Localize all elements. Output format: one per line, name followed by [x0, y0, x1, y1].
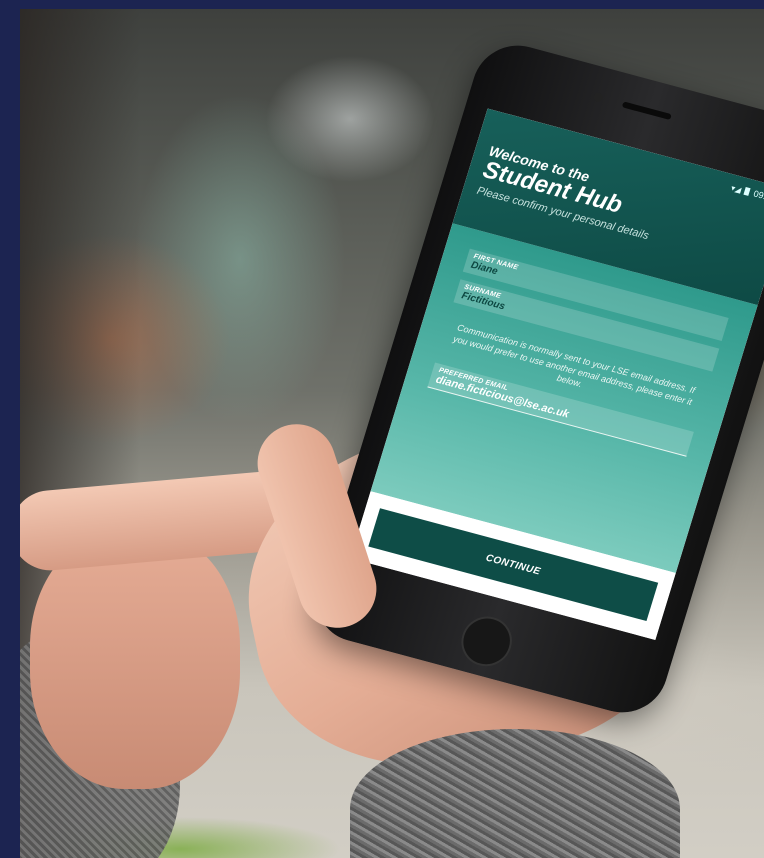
photo-scene: ▾◢ 09:00 Welcome to the Student Hub Plea…	[20, 9, 764, 858]
smartphone: ▾◢ 09:00 Welcome to the Student Hub Plea…	[305, 35, 764, 723]
signal-icon: ▾◢	[730, 182, 743, 195]
phone-screen: ▾◢ 09:00 Welcome to the Student Hub Plea…	[350, 108, 764, 640]
home-button[interactable]	[455, 610, 519, 672]
battery-icon	[743, 187, 752, 197]
speaker-grille	[621, 101, 672, 121]
front-camera-icon	[592, 91, 604, 103]
status-time: 09:00	[752, 188, 764, 204]
